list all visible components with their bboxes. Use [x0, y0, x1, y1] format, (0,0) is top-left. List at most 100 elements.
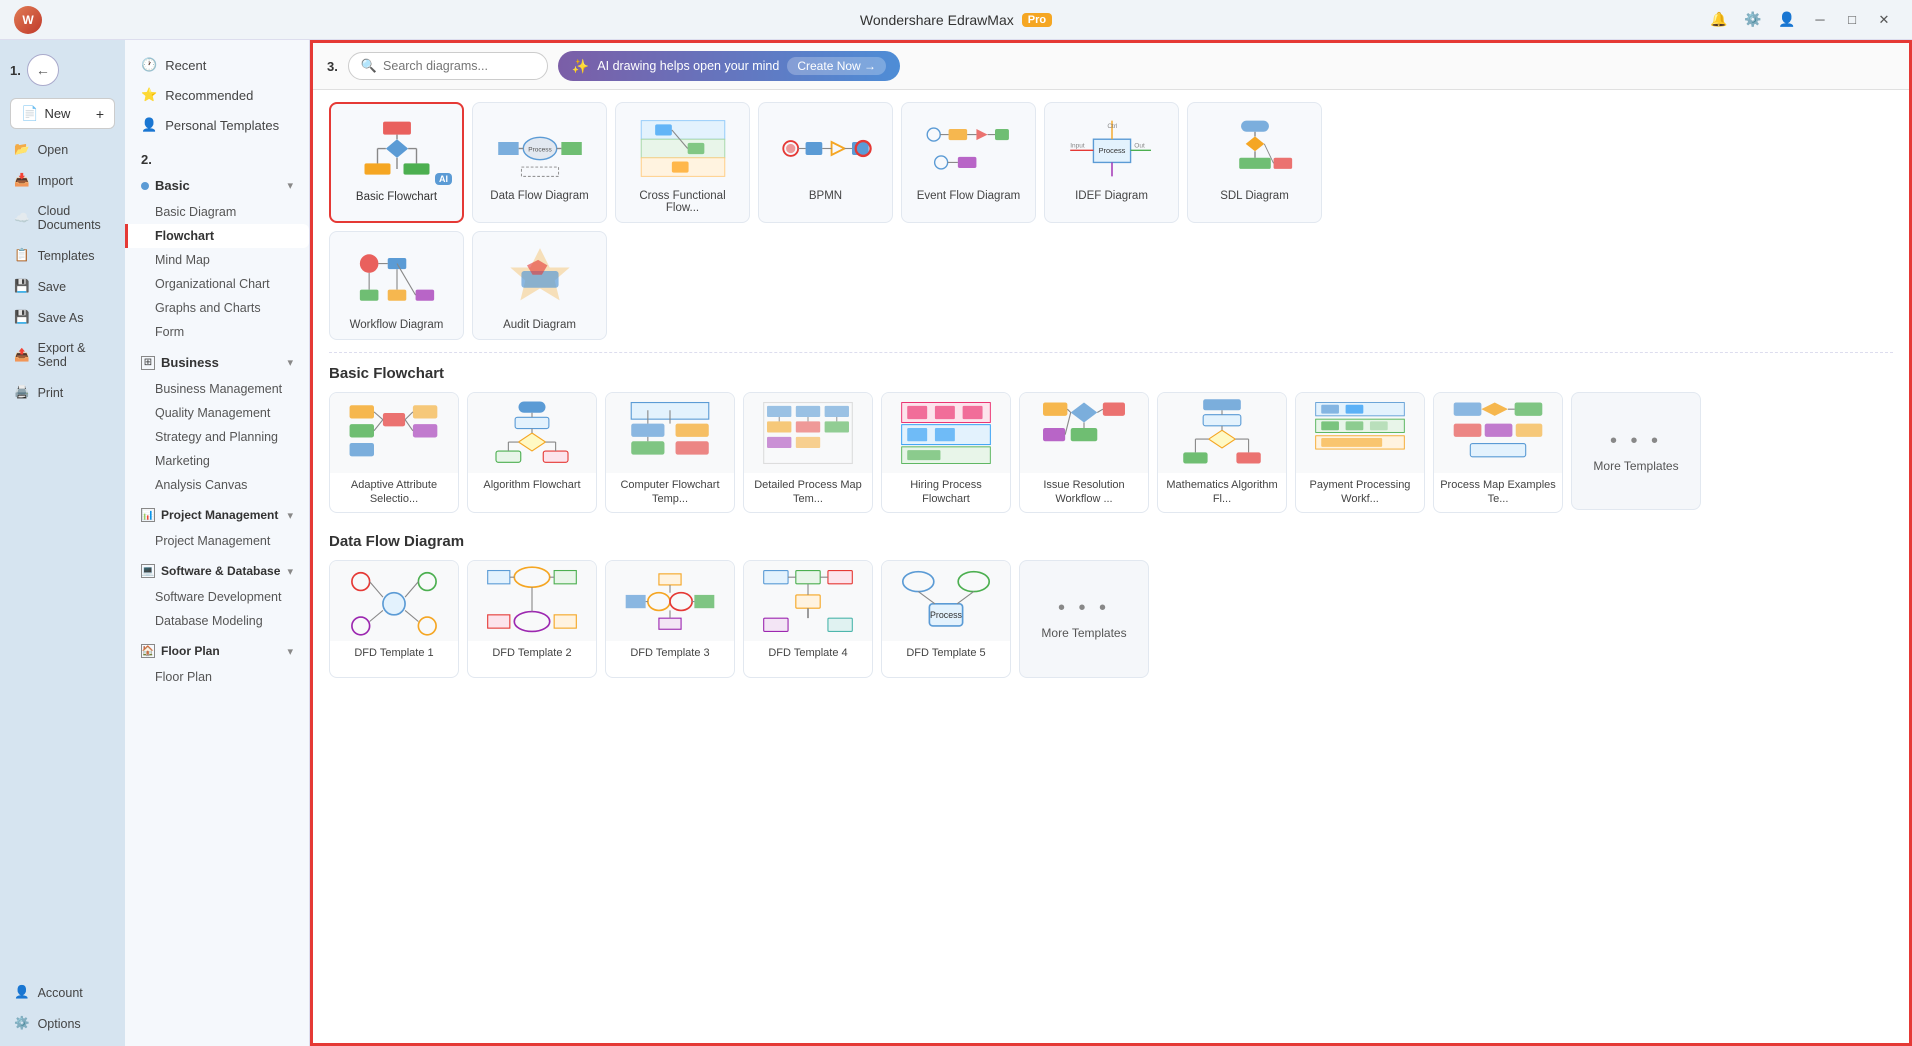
nav-item-mind-map[interactable]: Mind Map [125, 248, 309, 272]
diagram-type-basic-flowchart[interactable]: AI Basic Flowchart [329, 102, 464, 223]
nav-section-floor[interactable]: 🏠 Floor Plan ▾ [125, 637, 309, 665]
personal-icon: 👤 [141, 117, 157, 133]
nav-item-analysis[interactable]: Analysis Canvas [125, 473, 309, 497]
step3-label: 3. [327, 59, 338, 74]
software-collapse-icon: ▾ [287, 565, 293, 578]
new-button[interactable]: 📄 New + [10, 98, 115, 129]
sidebar-item-open[interactable]: 📂 Open [0, 135, 125, 164]
recent-icon: 🕐 [141, 57, 157, 73]
print-icon: 🖨️ [14, 385, 30, 400]
template-math[interactable]: Mathematics Algorithm Fl... [1157, 392, 1287, 513]
nav-item-recent[interactable]: 🕐 Recent [125, 50, 309, 80]
ai-banner[interactable]: ✨ AI drawing helps open your mind Create… [558, 51, 900, 81]
template-payment[interactable]: Payment Processing Workf... [1295, 392, 1425, 513]
nav-item-proj-mgmt[interactable]: Project Management [125, 529, 309, 553]
template-adaptive[interactable]: Adaptive Attribute Selectio... [329, 392, 459, 513]
search-input[interactable] [383, 59, 523, 73]
create-now-button[interactable]: Create Now → [787, 57, 886, 75]
more-dots-icon: • • • [1610, 430, 1662, 453]
nav-panel: 🕐 Recent ⭐ Recommended 👤 Personal Templa… [125, 40, 310, 1046]
step2-label: 2. [125, 148, 309, 171]
app-avatar: W [14, 6, 42, 34]
nav-item-floor-plan[interactable]: Floor Plan [125, 665, 309, 689]
svg-text:Process: Process [1098, 146, 1125, 155]
bpmn-label: BPMN [767, 190, 884, 202]
maximize-button[interactable]: □ [1838, 6, 1866, 34]
diagram-types-grid: AI Basic Flowchart Process [329, 102, 1893, 223]
sidebar-item-print[interactable]: 🖨️ Print [0, 378, 125, 407]
diagram-type-idef[interactable]: Process Input Out Ctrl IDEF Diagram [1044, 102, 1179, 223]
floor-collapse-icon: ▾ [287, 645, 293, 658]
nav-item-recommended[interactable]: ⭐ Recommended [125, 80, 309, 110]
template-df5[interactable]: Process DFD Template 5 [881, 560, 1011, 678]
sidebar-item-templates[interactable]: 📋 Templates [0, 241, 125, 270]
diagram-type-data-flow[interactable]: Process Data Flow Diagram [472, 102, 607, 223]
nav-item-graphs[interactable]: Graphs and Charts [125, 296, 309, 320]
nav-item-biz-mgmt[interactable]: Business Management [125, 377, 309, 401]
business-collapse-icon: ▾ [287, 356, 293, 369]
cross-functional-label: Cross Functional Flow... [624, 190, 741, 214]
nav-item-db-model[interactable]: Database Modeling [125, 609, 309, 633]
save-as-icon: 💾 [14, 310, 30, 325]
template-df2[interactable]: DFD Template 2 [467, 560, 597, 678]
nav-item-personal[interactable]: 👤 Personal Templates [125, 110, 309, 140]
event-flow-label: Event Flow Diagram [910, 190, 1027, 202]
sidebar-item-account[interactable]: 👤 Account [0, 978, 125, 1007]
data-flow-templates: DFD Template 1 [329, 560, 1893, 678]
template-df4[interactable]: DFD Template 4 [743, 560, 873, 678]
nav-section-business[interactable]: ⊞ Business ▾ [125, 348, 309, 377]
nav-item-sw-dev[interactable]: Software Development [125, 585, 309, 609]
template-detailed[interactable]: Detailed Process Map Tem... [743, 392, 873, 513]
template-computer[interactable]: Computer Flowchart Temp... [605, 392, 735, 513]
audit-label: Audit Diagram [481, 319, 598, 331]
diagram-type-sdl[interactable]: SDL Diagram [1187, 102, 1322, 223]
template-issue[interactable]: Issue Resolution Workflow ... [1019, 392, 1149, 513]
diagram-type-bpmn[interactable]: BPMN [758, 102, 893, 223]
topbar: 3. 🔍 ✨ AI drawing helps open your mind C… [313, 43, 1909, 90]
template-df1[interactable]: DFD Template 1 [329, 560, 459, 678]
nav-section-basic[interactable]: Basic ▾ [125, 171, 309, 200]
pro-badge: Pro [1022, 13, 1052, 27]
sidebar-item-cloud[interactable]: ☁️ Cloud Documents [0, 197, 125, 239]
sidebar-item-export[interactable]: 📤 Export & Send [0, 334, 125, 376]
user-icon[interactable]: 👤 [1772, 5, 1802, 35]
template-process-map[interactable]: Process Map Examples Te... [1433, 392, 1563, 513]
more-templates-basic[interactable]: • • • More Templates [1571, 392, 1701, 510]
nav-item-quality[interactable]: Quality Management [125, 401, 309, 425]
sidebar-item-import[interactable]: 📥 Import [0, 166, 125, 195]
sidebar-item-options[interactable]: ⚙️ Options [0, 1009, 125, 1038]
nav-section-software[interactable]: 💻 Software & Database ▾ [125, 557, 309, 585]
back-button[interactable]: ← [27, 54, 59, 86]
sidebar-item-save-as[interactable]: 💾 Save As [0, 303, 125, 332]
nav-section-project[interactable]: 📊 Project Management ▾ [125, 501, 309, 529]
nav-item-form[interactable]: Form [125, 320, 309, 344]
open-icon: 📂 [14, 142, 30, 157]
diagram-type-event-flow[interactable]: Event Flow Diagram [901, 102, 1036, 223]
settings-icon[interactable]: ⚙️ [1738, 5, 1768, 35]
diagram-type-audit[interactable]: Audit Diagram [472, 231, 607, 340]
template-df3[interactable]: DFD Template 3 [605, 560, 735, 678]
idef-label: IDEF Diagram [1053, 190, 1170, 202]
more-templates-dfd[interactable]: • • • More Templates [1019, 560, 1149, 678]
new-plus-icon: + [96, 106, 104, 122]
template-hiring[interactable]: Hiring Process Flowchart [881, 392, 1011, 513]
save-icon: 💾 [14, 279, 30, 294]
diagram-type-cross-functional[interactable]: Cross Functional Flow... [615, 102, 750, 223]
nav-item-strategy[interactable]: Strategy and Planning [125, 425, 309, 449]
diagram-type-workflow[interactable]: Workflow Diagram [329, 231, 464, 340]
nav-item-org-chart[interactable]: Organizational Chart [125, 272, 309, 296]
project-collapse-icon: ▾ [287, 509, 293, 522]
more-templates-label: More Templates [1593, 459, 1678, 473]
notification-icon[interactable]: 🔔 [1704, 5, 1734, 35]
content-area: AI Basic Flowchart Process [313, 90, 1909, 1043]
minimize-button[interactable]: ─ [1806, 6, 1834, 34]
nav-item-flowchart[interactable]: Flowchart [125, 224, 309, 248]
template-algorithm[interactable]: Algorithm Flowchart [467, 392, 597, 513]
nav-item-basic-diagram[interactable]: Basic Diagram [125, 200, 309, 224]
svg-text:Process: Process [528, 146, 552, 153]
sidebar-item-save[interactable]: 💾 Save [0, 272, 125, 301]
nav-item-marketing[interactable]: Marketing [125, 449, 309, 473]
step1-label: 1. [10, 63, 21, 78]
new-icon: 📄 [21, 105, 38, 122]
close-button[interactable]: ✕ [1870, 6, 1898, 34]
